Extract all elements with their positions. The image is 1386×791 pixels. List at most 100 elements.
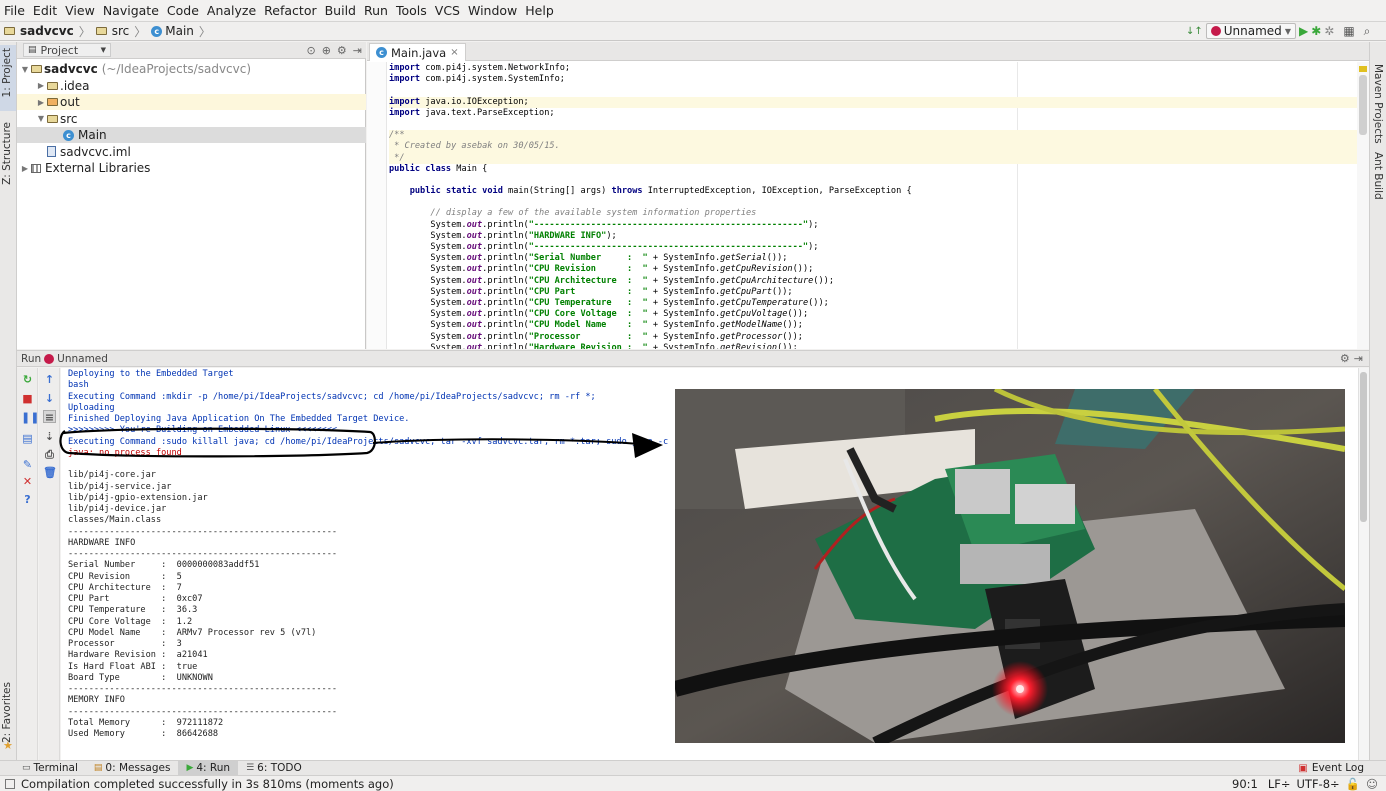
navigation-bar: sadvcvc 〉 src 〉 c Main 〉 ↓↑ Unnamed ▼ ▶ …: [0, 21, 1386, 41]
close-icon[interactable]: ✕: [21, 475, 34, 488]
editor-scrollbar[interactable]: [1357, 62, 1369, 349]
code-line: System.out.println("--------------------…: [389, 242, 819, 252]
code-line: System.out.println("HARDWARE INFO");: [389, 230, 617, 241]
tree-item-idea[interactable]: ▶ .idea: [17, 78, 366, 94]
arrow-down-icon[interactable]: ↓: [43, 392, 56, 405]
expand-arrow-icon[interactable]: ▼: [19, 65, 31, 74]
menu-navigate[interactable]: Navigate: [99, 0, 163, 21]
collapse-icon[interactable]: ⊕: [322, 44, 331, 57]
inspector-icon[interactable]: ☺: [1366, 777, 1378, 791]
structure-tool-tab[interactable]: Z: Structure: [1, 122, 13, 185]
tree-item-external-libraries[interactable]: ▶ External Libraries: [17, 160, 366, 176]
menu-help[interactable]: Help: [521, 0, 558, 21]
breadcrumb-folder[interactable]: src: [112, 24, 130, 38]
file-encoding[interactable]: UTF-8÷: [1297, 777, 1340, 791]
breadcrumb-separator: 〉: [198, 24, 211, 39]
project-panel: ▤ Project ▼ ⊙ ⊕ ⚙ ⇥ ▼ sadvcvc (~/IdeaProje…: [17, 42, 366, 349]
console-line: Is Hard Float ABI : true: [68, 661, 198, 672]
event-log-tab[interactable]: Event Log: [1312, 762, 1364, 774]
tab-terminal[interactable]: ▭ Terminal: [14, 761, 86, 776]
tree-item-sadvcvc-iml[interactable]: sadvcvc.iml: [17, 144, 366, 160]
status-message: Compilation completed successfully in 3s…: [21, 776, 394, 791]
run-config-dropdown[interactable]: Unnamed ▼: [1205, 23, 1296, 39]
stop-icon[interactable]: ■: [21, 392, 34, 405]
tree-item-sadvcvc[interactable]: ▼ sadvcvc (~/IdeaProjects/sadvcvc): [17, 61, 366, 77]
expand-arrow-icon[interactable]: ▶: [19, 164, 31, 173]
soft-wrap-icon[interactable]: ≡: [43, 410, 56, 424]
console-line: lib/pi4j-service.jar: [68, 481, 172, 492]
tab-4-run[interactable]: ▶ 4: Run: [178, 760, 239, 776]
console-line: Processor : 3: [68, 639, 182, 649]
arrow-up-icon[interactable]: ↑: [43, 373, 56, 386]
close-icon[interactable]: ×: [450, 47, 458, 58]
console-line: CPU Revision : 5: [68, 571, 182, 582]
tree-item-out[interactable]: ▶ out: [17, 94, 366, 110]
search-icon[interactable]: ⌕: [1364, 24, 1371, 39]
status-toggle-icon[interactable]: [5, 778, 15, 789]
code-line: System.out.println("CPU Part : " + Syste…: [389, 286, 793, 297]
console-line: ----------------------------------------…: [68, 684, 338, 694]
rerun-icon[interactable]: ↻: [21, 373, 34, 386]
console-line: CPU Core Voltage : 1.2: [68, 616, 193, 627]
menu-tools[interactable]: Tools: [392, 0, 431, 21]
lock-icon[interactable]: 🔓: [1346, 777, 1360, 791]
expand-arrow-icon[interactable]: ▶: [35, 81, 47, 90]
project-tool-tab[interactable]: 1: Project: [1, 48, 13, 97]
code-area[interactable]: import com.pi4j.system.NetworkInfo; impor…: [389, 63, 1367, 349]
menu-view[interactable]: View: [61, 0, 99, 21]
menu-edit[interactable]: Edit: [29, 0, 61, 21]
tab-label: Main.java: [391, 45, 447, 60]
help-icon[interactable]: ?: [21, 493, 34, 506]
expand-arrow-icon[interactable]: ▼: [35, 114, 47, 123]
menu-file[interactable]: File: [0, 0, 29, 21]
line-separator[interactable]: LF÷: [1268, 777, 1291, 791]
breadcrumb-project[interactable]: sadvcvc: [20, 24, 74, 38]
menu-build[interactable]: Build: [321, 0, 360, 21]
settings-icon[interactable]: ⚙: [337, 44, 347, 57]
debug-icon[interactable]: ✱: [1311, 24, 1321, 38]
hide-icon[interactable]: ⇥: [353, 44, 362, 57]
caret-position[interactable]: 90:1: [1232, 777, 1258, 791]
run-config-name[interactable]: Unnamed: [57, 353, 108, 365]
tree-item-label: out: [60, 95, 80, 109]
menu-analyze[interactable]: Analyze: [203, 0, 260, 21]
class-icon: c: [63, 129, 74, 141]
folder-icon: [47, 98, 58, 106]
expand-arrow-icon[interactable]: ▶: [35, 98, 47, 107]
sync-icon[interactable]: ⊙: [306, 44, 315, 57]
menu-code[interactable]: Code: [163, 0, 203, 21]
maven-projects-tab[interactable]: Maven Projects: [1372, 64, 1384, 144]
console-line: HARDWARE INFO: [68, 537, 136, 548]
dump-threads-icon[interactable]: ▤: [21, 432, 34, 445]
run-icon[interactable]: ▶: [1299, 24, 1308, 38]
project-folder-icon: [4, 27, 15, 35]
menu-vcs[interactable]: VCS: [431, 0, 464, 21]
tab-6-todo[interactable]: ☰ 6: TODO: [238, 761, 310, 776]
favorites-tool-tab[interactable]: 2: Favorites: [1, 682, 13, 743]
coverage-icon[interactable]: ✲: [1324, 24, 1334, 38]
tab-0-messages[interactable]: ▤ 0: Messages: [86, 761, 179, 776]
project-view-dropdown[interactable]: ▤ Project ▼: [23, 43, 111, 57]
folder-icon: [47, 81, 58, 90]
menu-window[interactable]: Window: [464, 0, 521, 21]
star-icon: ★: [3, 739, 13, 752]
trash-icon[interactable]: 🗑: [43, 466, 57, 479]
vcs-update-icon[interactable]: ↓↑: [1186, 26, 1203, 37]
editor-gutter: [367, 62, 387, 349]
breadcrumb-separator: 〉: [78, 24, 91, 39]
menu-refactor[interactable]: Refactor: [260, 0, 320, 21]
console-scrollbar-thumb[interactable]: [1360, 372, 1367, 522]
tree-item-label: sadvcvc: [44, 62, 98, 76]
ant-build-tab[interactable]: Ant Build: [1372, 152, 1384, 200]
menu-run[interactable]: Run: [360, 0, 392, 21]
tab-main-java[interactable]: c Main.java ×: [369, 43, 466, 61]
hide-icon[interactable]: ⇥: [1354, 352, 1363, 365]
console-line: Board Type : UNKNOWN: [68, 672, 213, 683]
tree-item-src[interactable]: ▼ src: [17, 111, 366, 127]
pause-icon[interactable]: ❚❚: [21, 411, 39, 424]
tree-item-main[interactable]: c Main: [17, 127, 366, 143]
project-structure-icon[interactable]: ▦: [1343, 24, 1354, 38]
settings-icon[interactable]: ⚙: [1340, 352, 1350, 365]
pin-icon[interactable]: ✎: [21, 458, 34, 471]
breadcrumb-file[interactable]: Main: [165, 24, 194, 38]
